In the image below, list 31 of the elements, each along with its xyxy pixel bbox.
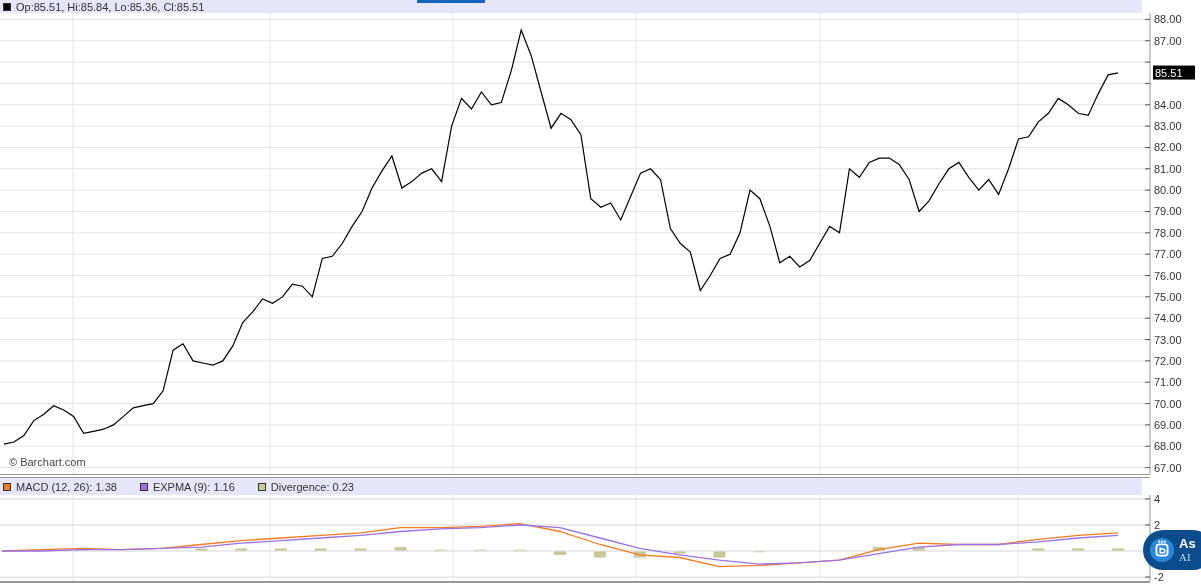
axis-label: 79.00 xyxy=(1154,205,1182,218)
axis-label: 88.00 xyxy=(1154,13,1182,26)
badge-title: As xyxy=(1179,536,1196,552)
axis-label: 67.00 xyxy=(1154,461,1182,474)
axis-label: 70.00 xyxy=(1154,397,1182,410)
axis-label: 71.00 xyxy=(1154,376,1182,389)
axis-label: 78.00 xyxy=(1154,226,1182,239)
axis-label: 69.00 xyxy=(1154,418,1182,431)
axis-label: 84.00 xyxy=(1154,98,1182,111)
axis-label: 81.00 xyxy=(1154,162,1182,175)
axis-label: 4 xyxy=(1154,495,1161,505)
axis-label: 83.00 xyxy=(1154,120,1182,133)
axis-label: 77.00 xyxy=(1154,248,1182,261)
axis-label: 72.00 xyxy=(1154,354,1182,367)
axis-label: 2 xyxy=(1154,518,1161,531)
axis-label: 68.00 xyxy=(1154,440,1182,453)
indicator-legend: Divergence: 0.23 xyxy=(270,480,354,493)
axis-label: 82.00 xyxy=(1154,141,1182,154)
indicator-legend: MACD (12, 26): 1.38 xyxy=(16,480,117,493)
axis-label: 75.00 xyxy=(1154,290,1182,303)
axis-label: 80.00 xyxy=(1154,184,1182,197)
indicator-legend: EXPMA (9): 1.16 xyxy=(152,480,235,493)
price-label: 85.51 xyxy=(1153,65,1195,80)
axis-label: 76.00 xyxy=(1154,269,1182,282)
axis-label: 74.00 xyxy=(1154,312,1182,325)
copyright-text: © Barchart.com xyxy=(9,456,86,468)
axis-label: 73.00 xyxy=(1154,333,1182,346)
axis-label: -2 xyxy=(1154,571,1164,581)
badge-subtitle: AI xyxy=(1179,551,1192,564)
axis-label: 87.00 xyxy=(1154,34,1182,47)
price-legend: Op:85.51, Hi:85.84, Lo:85.36, Cl:85.51 xyxy=(16,0,205,13)
